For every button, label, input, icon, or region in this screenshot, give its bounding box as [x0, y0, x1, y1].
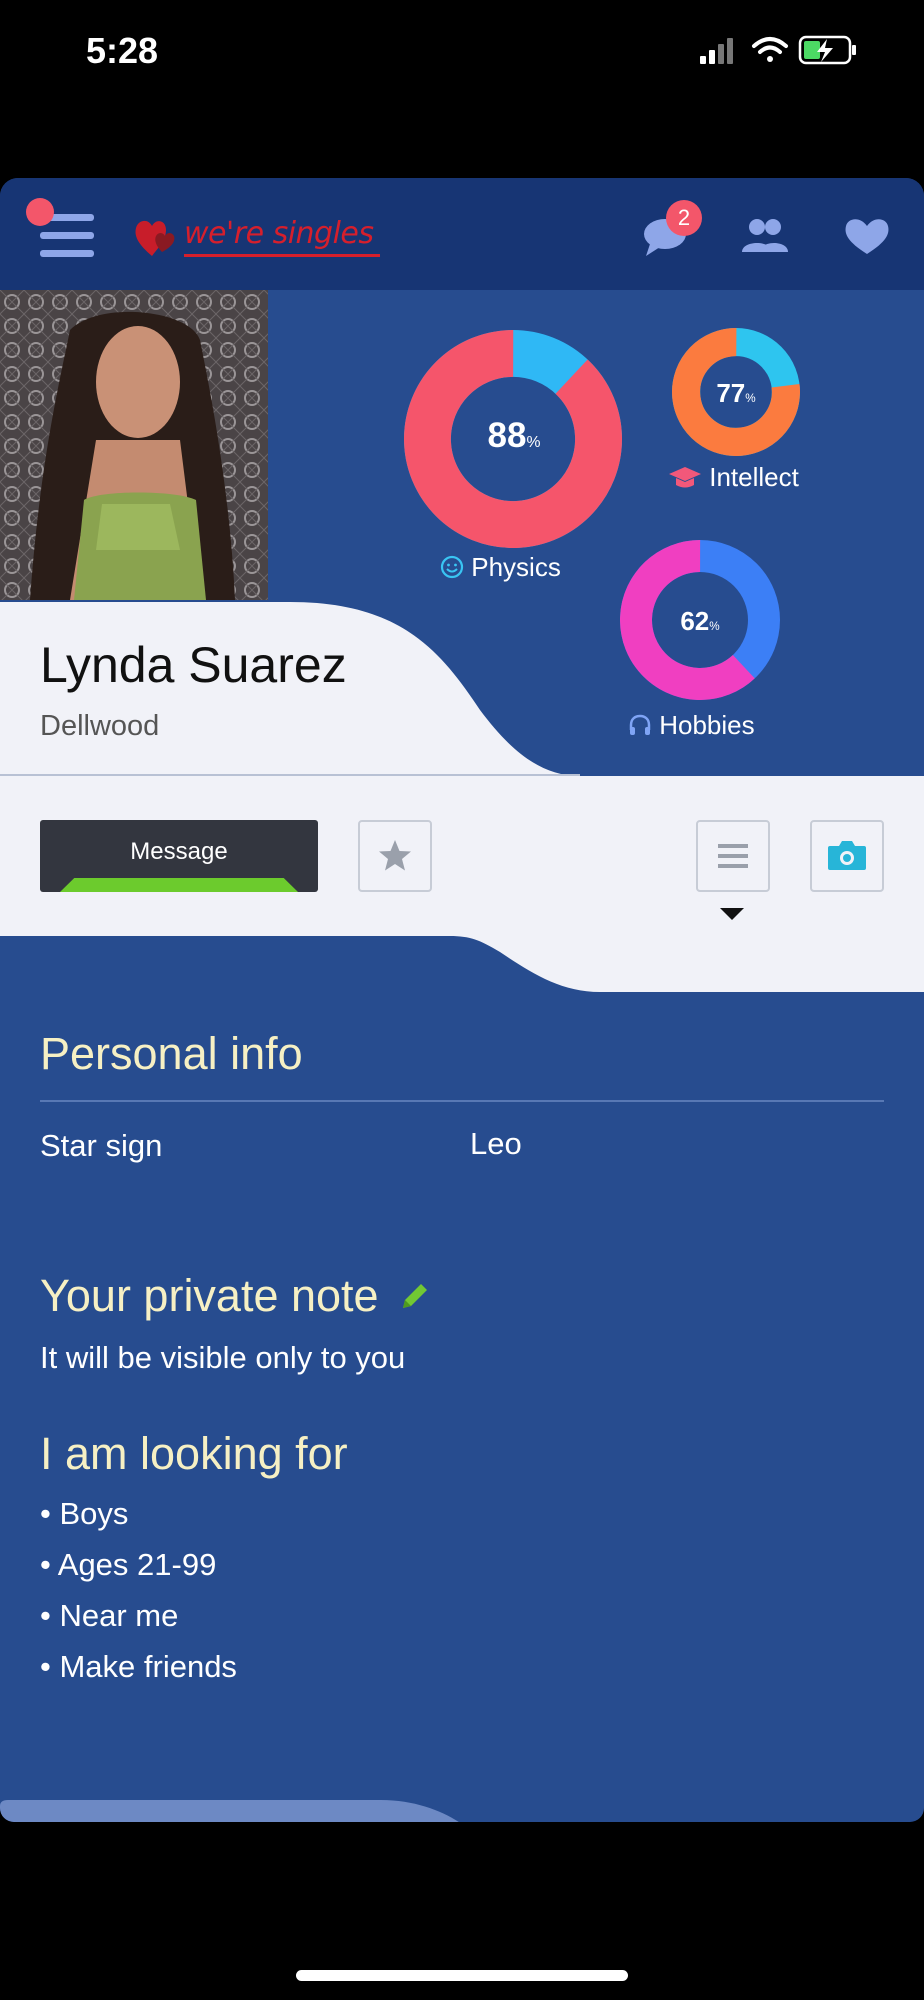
battery-charging-icon [798, 35, 856, 65]
logo-text: we're singles [184, 216, 374, 251]
notification-dot [26, 198, 54, 226]
physics-score-value: 88% [464, 416, 564, 456]
profile-details: Personal info Star sign Leo Your private… [40, 1028, 884, 1700]
logo-hearts-icon [135, 220, 175, 256]
smile-icon [440, 555, 464, 579]
status-bar: 5:28 [0, 0, 924, 100]
profile-header: Lynda Suarez Dellwood 88% Physics 77% In… [0, 290, 924, 776]
wifi-icon [752, 37, 788, 62]
profile-actions: Message [0, 776, 924, 996]
physics-label-text: Physics [471, 552, 561, 582]
pencil-icon[interactable] [397, 1278, 433, 1314]
top-navigation-bar: we're singles 2 [0, 178, 924, 290]
looking-for-list: Boys Ages 21-99 Near me Make friends [40, 1496, 884, 1700]
profile-photo-image [0, 290, 268, 600]
dropdown-caret-icon [720, 908, 744, 920]
intellect-score-value: 77% [696, 378, 776, 409]
physics-score-number: 88 [487, 416, 527, 455]
intellect-score-label: Intellect [668, 462, 799, 493]
menu-icon-line [40, 250, 94, 257]
camera-icon [828, 841, 866, 870]
star-sign-value: Leo [470, 1126, 522, 1161]
users-icon[interactable] [740, 214, 790, 258]
photos-button[interactable] [810, 820, 884, 892]
list-item: Ages 21-99 [40, 1547, 884, 1598]
favorite-button[interactable] [358, 820, 432, 892]
list-icon [718, 844, 748, 868]
profile-photo[interactable] [0, 290, 268, 600]
star-sign-label: Star sign [40, 1128, 163, 1163]
profile-name: Lynda Suarez [40, 637, 347, 693]
status-time: 5:28 [86, 30, 159, 71]
hobbies-score-value: 62% [660, 606, 740, 637]
status-icons [700, 35, 856, 65]
message-button[interactable]: Message [40, 820, 318, 892]
star-icon [379, 840, 411, 871]
signal-icon [700, 38, 733, 64]
hobbies-score-number: 62 [680, 606, 710, 636]
app-logo[interactable]: we're singles [132, 212, 402, 268]
intellect-score-number: 77 [716, 378, 746, 408]
personal-info-title: Personal info [40, 1028, 303, 1079]
graduation-cap-icon [669, 467, 701, 488]
private-note-subtitle[interactable]: It will be visible only to you [40, 1340, 884, 1376]
physics-score-unit: % [526, 434, 541, 451]
list-item: Make friends [40, 1649, 884, 1700]
profile-location: Dellwood [40, 710, 160, 742]
home-indicator [296, 1970, 628, 1981]
message-button-label: Message [130, 838, 228, 865]
bottom-tab-shape [0, 1800, 459, 1822]
physics-score-label: Physics [440, 552, 561, 583]
looking-for-title: I am looking for [40, 1428, 348, 1479]
app-screen: we're singles 2 Lynda Suarez Dellwood 88… [0, 178, 924, 1822]
private-note-header: Your private note [40, 1270, 884, 1322]
message-button-accent [60, 878, 298, 892]
menu-icon-line [40, 232, 94, 239]
heart-icon[interactable] [842, 214, 892, 258]
headphones-icon [629, 714, 651, 735]
options-menu-button[interactable] [696, 820, 770, 892]
intellect-score-unit: % [745, 392, 756, 405]
list-item: Near me [40, 1598, 884, 1649]
logo-underline [184, 254, 380, 257]
intellect-label-text: Intellect [709, 462, 799, 492]
messages-badge: 2 [666, 200, 702, 236]
hobbies-label-text: Hobbies [659, 710, 755, 740]
star-sign-row: Star sign Leo [40, 1126, 884, 1188]
hobbies-score-unit: % [709, 620, 720, 633]
list-item: Boys [40, 1496, 884, 1547]
hobbies-score-label: Hobbies [628, 710, 755, 741]
personal-info-divider [40, 1100, 884, 1102]
private-note-title: Your private note [40, 1270, 379, 1321]
